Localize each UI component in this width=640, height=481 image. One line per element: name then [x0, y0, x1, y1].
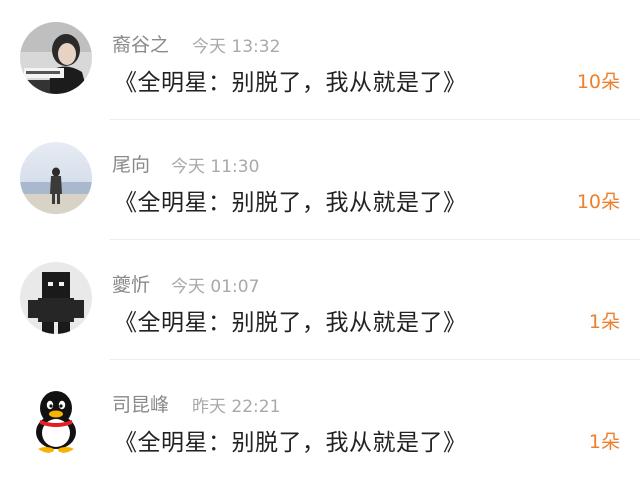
flower-count[interactable]: 10朵: [577, 67, 620, 94]
comment-text: 《全明星：别脱了，我从就是了》: [114, 70, 467, 96]
comment-username[interactable]: 司昆峰: [112, 390, 169, 417]
penguin-avatar-icon[interactable]: [20, 382, 92, 454]
comment-time: 昨天 22:21: [192, 397, 281, 417]
comment-text: 《全明星：别脱了，我从就是了》: [114, 310, 467, 336]
flower-count[interactable]: 1朵: [589, 307, 620, 334]
comment-time: 今天 13:32: [192, 37, 281, 57]
list-item[interactable]: 尾向 今天 11:30 《全明星：别脱了，我从就是了》 10朵: [0, 120, 640, 240]
comment-time: 今天 01:07: [171, 277, 260, 297]
seaside-girl-avatar-icon[interactable]: [20, 142, 92, 214]
woman-photo-avatar-icon[interactable]: [20, 22, 92, 94]
comment-time: 今天 11:30: [171, 157, 260, 177]
flower-count[interactable]: 1朵: [589, 427, 620, 454]
comment-text: 《全明星：别脱了，我从就是了》: [114, 430, 467, 456]
pixel-figure-avatar-icon[interactable]: [20, 262, 92, 334]
comment-text: 《全明星：别脱了，我从就是了》: [114, 190, 467, 216]
comment-username[interactable]: 夔忻: [112, 270, 150, 297]
list-item[interactable]: 司昆峰 昨天 22:21 《全明星：别脱了，我从就是了》 1朵: [0, 360, 640, 480]
list-item[interactable]: 夔忻 今天 01:07 《全明星：别脱了，我从就是了》 1朵: [0, 240, 640, 360]
comment-username[interactable]: 裔谷之: [112, 30, 169, 57]
flower-count[interactable]: 10朵: [577, 187, 620, 214]
list-item[interactable]: 裔谷之 今天 13:32 《全明星：别脱了，我从就是了》 10朵: [0, 0, 640, 120]
comment-username[interactable]: 尾向: [112, 150, 150, 177]
comment-list: 裔谷之 今天 13:32 《全明星：别脱了，我从就是了》 10朵 尾向 今天 1…: [0, 0, 640, 481]
